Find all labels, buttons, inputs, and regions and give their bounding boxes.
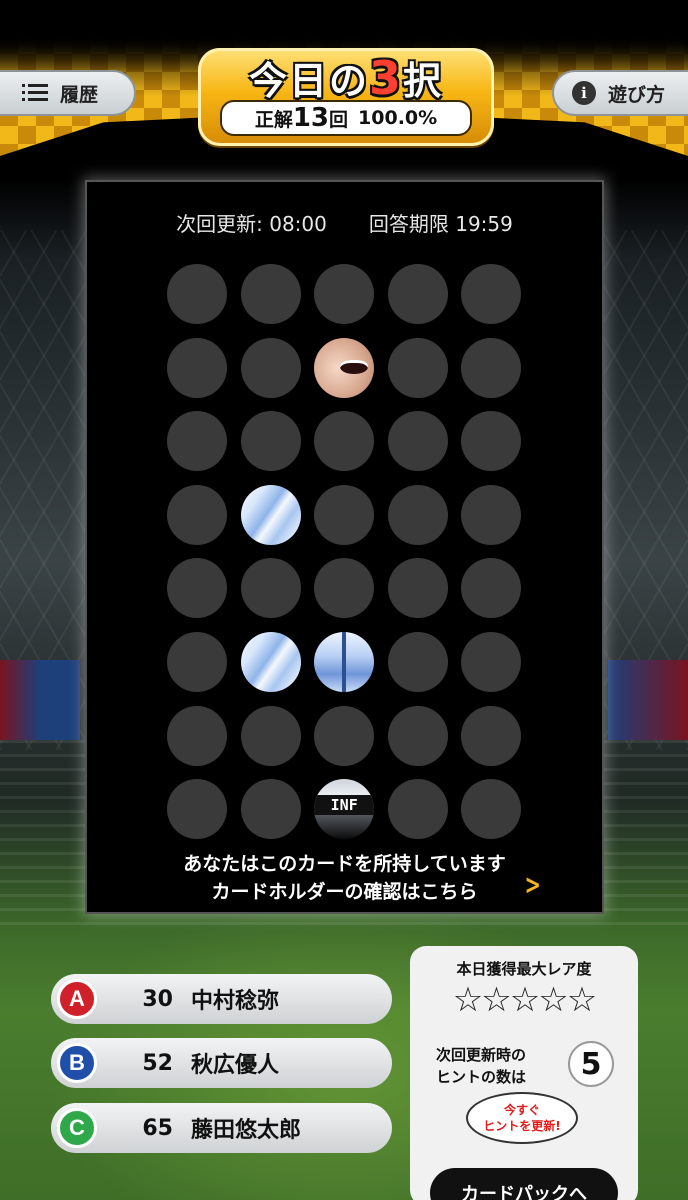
card-pack-button[interactable]: カードパックへ xyxy=(430,1168,618,1200)
hidden-tile xyxy=(167,705,227,766)
hidden-tile xyxy=(167,558,227,619)
revealed-tile-uniform xyxy=(240,484,301,545)
hidden-tile xyxy=(387,631,448,692)
revealed-tile-text: INF xyxy=(314,779,375,840)
hidden-tile xyxy=(314,558,375,619)
puzzle-card: 次回更新: 08:00 回答期限 19:59 INF あなたはこのカードを所持し… xyxy=(87,182,602,912)
hidden-tile xyxy=(387,264,448,324)
hidden-tile xyxy=(461,779,522,840)
player-name: 藤田悠太郎 xyxy=(191,1118,302,1143)
hint-label-line2: ヒントの数は xyxy=(436,1068,527,1086)
title-prefix: 今日の xyxy=(248,59,369,103)
hidden-tile xyxy=(167,484,227,545)
hidden-tile xyxy=(314,484,375,545)
stadium-banner-right xyxy=(608,660,688,740)
answer-option-c[interactable]: C 65 藤田悠太郎 xyxy=(51,1103,392,1153)
hidden-tile xyxy=(387,337,448,398)
answer-option-b[interactable]: B 52 秋広優人 xyxy=(51,1038,392,1088)
player-name: 中村稔弥 xyxy=(191,989,280,1014)
revealed-tile-uniform xyxy=(314,631,375,692)
page-title: 今日の3択 xyxy=(198,50,494,105)
hidden-tile xyxy=(167,779,227,840)
hidden-tile xyxy=(461,631,522,692)
hidden-tile xyxy=(240,337,301,398)
refresh-line1: 今すぐ xyxy=(503,1103,540,1117)
history-button[interactable]: 履歴 xyxy=(0,70,136,116)
answer-badge: B xyxy=(57,1043,97,1083)
correct-prefix: 正解 xyxy=(254,109,293,131)
player-name: 秋広優人 xyxy=(191,1053,280,1078)
how-to-play-button[interactable]: i 遊び方 xyxy=(552,70,688,116)
hidden-tile xyxy=(461,705,522,766)
player-number: 30 xyxy=(142,986,173,1012)
timers: 次回更新: 08:00 回答期限 19:59 xyxy=(87,208,602,237)
hidden-tile xyxy=(240,264,301,324)
answer-deadline: 回答期限 19:59 xyxy=(368,212,513,236)
rarity-stars: ☆☆☆☆☆ xyxy=(452,980,597,1020)
hidden-tile xyxy=(167,631,227,692)
hidden-tile xyxy=(387,705,448,766)
list-icon xyxy=(22,84,48,102)
hidden-tile xyxy=(167,411,227,472)
hidden-tile xyxy=(387,411,448,472)
header: 履歴 今日の3択 正解13回 100.0% i 遊び方 xyxy=(0,0,688,160)
hint-count: 5 xyxy=(568,1041,614,1087)
stats-pill: 正解13回 100.0% xyxy=(220,100,472,136)
hidden-tile xyxy=(314,705,375,766)
refresh-line2: ヒントを更新! xyxy=(483,1119,561,1133)
history-label: 履歴 xyxy=(60,83,99,106)
correct-suffix: 回 xyxy=(329,109,349,131)
hidden-tile xyxy=(167,337,227,398)
chevron-right-icon[interactable]: > xyxy=(524,868,540,901)
rarity-title: 本日獲得最大レア度 xyxy=(456,960,592,978)
title-suffix: 択 xyxy=(403,59,444,103)
how-to-play-label: 遊び方 xyxy=(608,83,666,106)
hidden-tile xyxy=(461,337,522,398)
refresh-hint-button[interactable]: 今すぐ ヒントを更新! xyxy=(466,1092,578,1144)
hidden-tile xyxy=(240,705,301,766)
next-update-time: 次回更新: 08:00 xyxy=(176,212,327,236)
answer-option-a[interactable]: A 30 中村稔弥 xyxy=(51,974,392,1024)
correct-count: 13 xyxy=(292,103,330,133)
title-plate: 今日の3択 正解13回 100.0% xyxy=(198,48,494,146)
hidden-tile xyxy=(387,484,448,545)
revealed-text: INF xyxy=(314,795,375,816)
info-icon: i xyxy=(572,81,596,105)
accuracy: 100.0% xyxy=(358,107,438,129)
hidden-tile xyxy=(314,411,375,472)
hidden-tile xyxy=(461,484,522,545)
answer-badge: C xyxy=(57,1108,97,1148)
rarity-panel: 本日獲得最大レア度 ☆☆☆☆☆ 次回更新時の ヒントの数は 5 今すぐ ヒントを… xyxy=(410,946,638,1200)
correct-stat: 正解13回 xyxy=(255,103,348,133)
hidden-tile xyxy=(240,411,301,472)
hidden-tile xyxy=(240,558,301,619)
hidden-tile xyxy=(461,411,522,472)
revealed-tile-face xyxy=(314,337,375,398)
stadium-banner-left xyxy=(0,660,80,740)
hint-label-line1: 次回更新時の xyxy=(436,1046,527,1064)
hidden-tile xyxy=(240,779,301,840)
hidden-tile xyxy=(387,779,448,840)
hint-grid: INF xyxy=(167,264,522,840)
player-number: 52 xyxy=(142,1050,173,1076)
title-number: 3 xyxy=(368,51,403,105)
hidden-tile xyxy=(314,264,375,324)
hidden-tile xyxy=(167,264,227,324)
hint-count-label: 次回更新時の ヒントの数は xyxy=(436,1044,526,1088)
player-number: 65 xyxy=(142,1115,173,1141)
revealed-tile-uniform xyxy=(240,631,301,692)
hidden-tile xyxy=(461,558,522,619)
hidden-tile xyxy=(461,264,522,324)
hidden-tile xyxy=(387,558,448,619)
answer-badge: A xyxy=(57,979,97,1019)
